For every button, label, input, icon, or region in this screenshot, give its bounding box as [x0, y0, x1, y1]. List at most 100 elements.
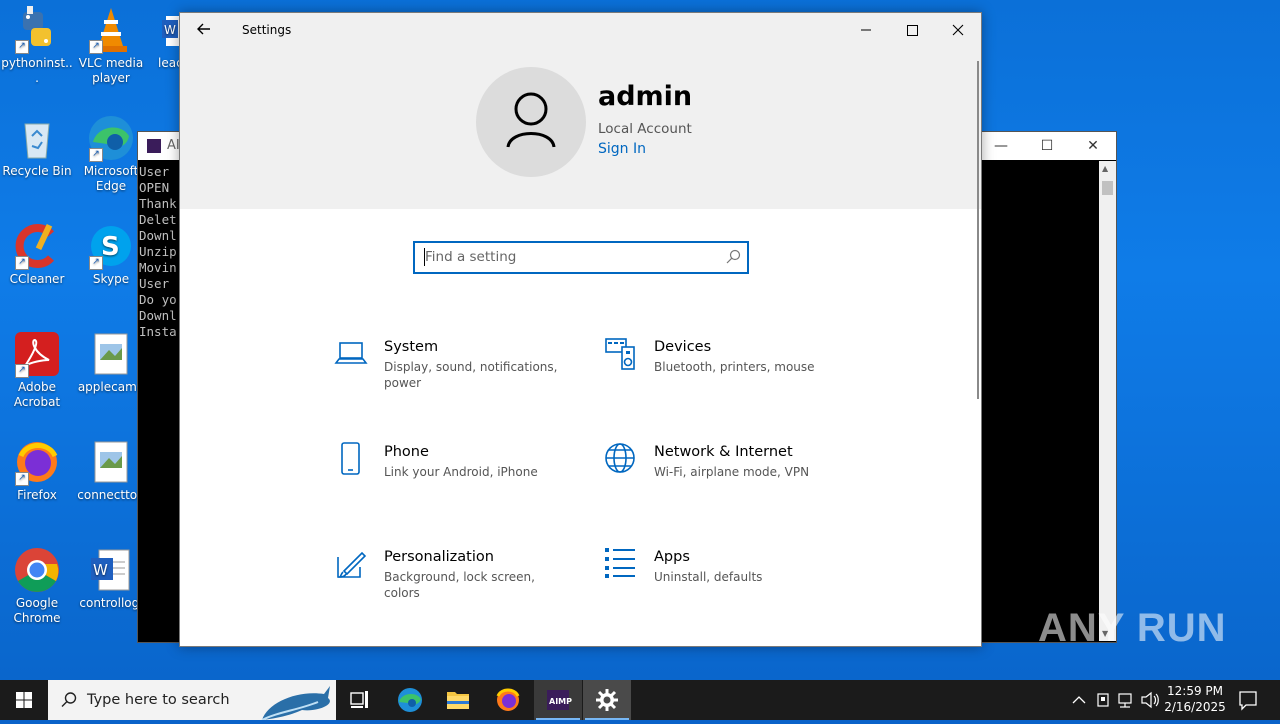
tray-device-icon[interactable] — [1092, 680, 1114, 720]
svg-text:W: W — [164, 23, 176, 37]
taskbar-search-box[interactable]: Type here to search — [48, 680, 336, 720]
chevron-up-icon — [1072, 696, 1086, 704]
search-icon[interactable] — [725, 249, 741, 265]
laptop-icon — [334, 337, 368, 371]
globe-icon — [604, 442, 638, 476]
show-hidden-icons-button[interactable] — [1068, 680, 1090, 720]
minimize-button[interactable] — [843, 13, 889, 47]
task-view-button[interactable] — [336, 680, 384, 720]
taskbar-file-explorer[interactable] — [434, 680, 482, 720]
windows-logo-icon — [16, 692, 32, 708]
word-doc-icon: W — [87, 546, 135, 594]
maximize-button[interactable] — [889, 13, 935, 47]
console-line: Delet — [139, 212, 177, 227]
taskbar: Type here to search AIMP 12:59 PM 2/16/2… — [0, 680, 1280, 720]
desktop-icon-ccleaner[interactable]: ↗ CCleaner — [0, 222, 74, 287]
svg-text:AIMP: AIMP — [549, 697, 572, 706]
desktop-icon-adobe-acrobat[interactable]: ↗ Adobe Acrobat — [0, 330, 74, 410]
taskbar-settings[interactable] — [583, 680, 631, 720]
desktop-icon-label: Google Chrome — [13, 596, 61, 625]
settings-window[interactable]: Settings admin Local Account Sign In Fin… — [179, 12, 982, 647]
action-center-button[interactable] — [1236, 680, 1260, 720]
category-apps[interactable]: Apps Uninstall, defaults — [604, 547, 854, 627]
vlc-cone-icon: ↗ — [87, 6, 135, 54]
usb-device-icon — [1097, 693, 1109, 707]
console-line: Thank — [139, 196, 177, 211]
category-description: Display, sound, notifications, power — [384, 360, 558, 390]
back-arrow-icon[interactable] — [194, 19, 214, 39]
close-button[interactable] — [935, 13, 981, 47]
tray-volume-icon[interactable] — [1139, 680, 1161, 720]
console-line: User — [139, 276, 170, 291]
edge-icon — [398, 688, 422, 712]
category-system[interactable]: System Display, sound, notifications, po… — [334, 337, 584, 417]
speaker-icon — [1141, 691, 1159, 709]
settings-scrollbar[interactable] — [977, 61, 979, 399]
console-output: User OPEN Thank Delet Downl Unzip Movin User Do … — [139, 164, 177, 340]
ccleaner-icon: ↗ — [13, 222, 61, 270]
firefox-icon — [496, 688, 520, 711]
search-placeholder: Find a setting — [425, 249, 517, 265]
desktop-icon-recycle-bin[interactable]: Recycle Bin — [0, 114, 74, 179]
devices-icon — [604, 337, 638, 371]
category-description: Background, lock screen, colors — [384, 570, 535, 600]
svg-text:W: W — [93, 561, 108, 579]
desktop-icon-vlc[interactable]: ↗ VLC media player — [74, 6, 148, 86]
category-title: Network & Internet — [654, 444, 793, 460]
desktop-icon-firefox[interactable]: ↗ Firefox — [0, 438, 74, 503]
console-line: Downl — [139, 228, 177, 243]
desktop-icon-chrome[interactable]: Google Chrome — [0, 546, 74, 626]
desktop-icon-label: Recycle Bin — [2, 164, 72, 178]
edge-icon: ↗ — [87, 114, 135, 162]
taskbar-firefox[interactable] — [484, 680, 532, 720]
acrobat-icon: ↗ — [13, 330, 61, 378]
anyrun-watermark: ANY RUN — [1038, 606, 1227, 650]
desktop-icon-label: Firefox — [17, 488, 57, 502]
search-highlight-dolphin-icon — [261, 686, 330, 720]
tray-network-icon[interactable] — [1114, 680, 1138, 720]
category-network[interactable]: Network & Internet Wi-Fi, airplane mode,… — [604, 442, 854, 522]
maximize-button[interactable]: ☐ — [1024, 132, 1070, 160]
person-icon — [506, 92, 556, 148]
settings-titlebar[interactable]: Settings — [180, 13, 981, 47]
console-line: Do yo — [139, 292, 177, 307]
category-personalization[interactable]: Personalization Background, lock screen,… — [334, 547, 584, 627]
minimize-button[interactable]: — — [978, 132, 1024, 160]
start-button[interactable] — [0, 680, 48, 720]
scroll-up-icon[interactable]: ▲ — [1102, 164, 1108, 173]
scrollbar-thumb[interactable] — [1102, 181, 1113, 195]
category-description: Link your Android, iPhone — [384, 465, 538, 479]
task-view-icon — [350, 691, 368, 708]
network-icon — [1118, 693, 1132, 708]
category-title: Personalization — [384, 549, 494, 565]
taskbar-aimp[interactable]: AIMP — [534, 680, 582, 720]
taskbar-search-placeholder: Type here to search — [87, 692, 230, 708]
category-description: Uninstall, defaults — [654, 570, 763, 584]
category-phone[interactable]: Phone Link your Android, iPhone — [334, 442, 584, 522]
brush-icon — [334, 547, 368, 581]
sign-in-link[interactable]: Sign In — [598, 141, 646, 157]
account-header: admin Local Account Sign In — [180, 47, 981, 209]
phone-icon — [334, 442, 368, 476]
folder-icon — [447, 692, 469, 709]
desktop-icon-label: Adobe Acrobat — [13, 380, 61, 409]
console-scrollbar[interactable]: ▲ ▼ — [1099, 161, 1116, 641]
taskbar-edge[interactable] — [386, 680, 434, 720]
category-devices[interactable]: Devices Bluetooth, printers, mouse — [604, 337, 854, 417]
recycle-bin-icon — [13, 114, 61, 162]
svg-text:S: S — [101, 232, 120, 262]
settings-search-input[interactable]: Find a setting — [413, 241, 749, 274]
desktop-icon-label: CCleaner — [9, 272, 65, 286]
console-line: OPEN — [139, 180, 170, 195]
user-name: admin — [598, 81, 693, 112]
taskbar-clock[interactable]: 12:59 PM 2/16/2025 — [1160, 683, 1230, 715]
user-avatar — [476, 67, 586, 177]
desktop-icon-pythoninstaller[interactable]: ↗ pythoninst... — [0, 6, 74, 86]
close-button[interactable]: ✕ — [1070, 132, 1116, 160]
notification-icon — [1239, 691, 1257, 711]
category-description: Wi-Fi, airplane mode, VPN — [654, 465, 810, 479]
console-line: Downl — [139, 308, 177, 323]
apps-list-icon — [604, 547, 638, 581]
search-icon — [61, 692, 77, 707]
skype-icon: S ↗ — [87, 222, 135, 270]
